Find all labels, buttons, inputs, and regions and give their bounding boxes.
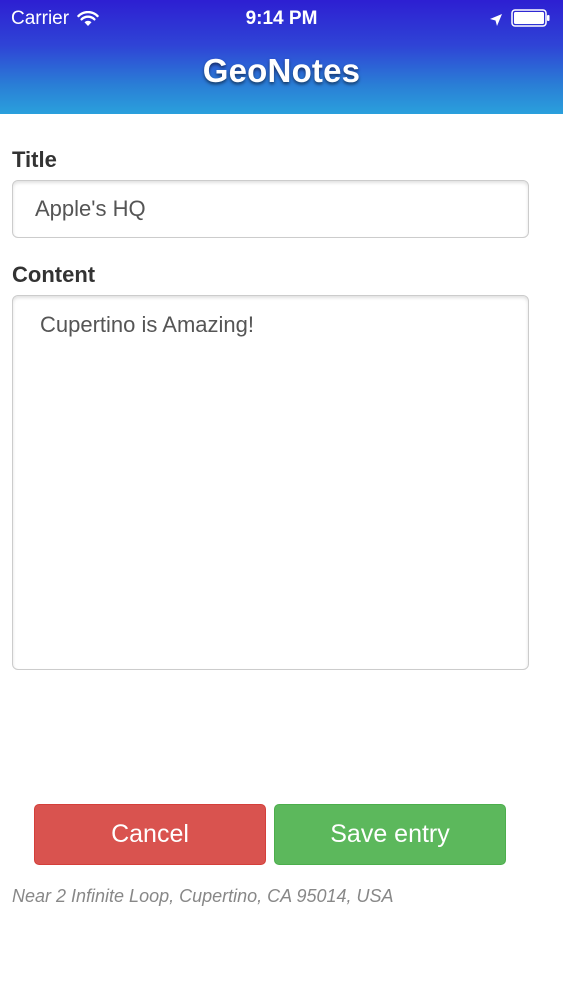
status-bar: Carrier 9:14 PM — [0, 0, 563, 40]
content-textarea[interactable]: Cupertino is Amazing! — [12, 295, 529, 670]
location-address: Near 2 Infinite Loop, Cupertino, CA 9501… — [12, 886, 394, 906]
location-arrow-icon — [489, 11, 503, 26]
content-label: Content — [12, 262, 96, 287]
battery-icon — [511, 9, 551, 27]
status-right-icons — [489, 9, 551, 27]
title-input[interactable] — [12, 180, 529, 238]
status-time: 9:14 PM — [245, 8, 318, 29]
app-header: Carrier 9:14 PM GeoNotes — [0, 0, 563, 114]
title-label: Title — [12, 147, 57, 172]
app-title: GeoNotes — [202, 52, 361, 89]
save-entry-button[interactable]: Save entry — [274, 804, 506, 865]
cancel-button[interactable]: Cancel — [34, 804, 266, 865]
